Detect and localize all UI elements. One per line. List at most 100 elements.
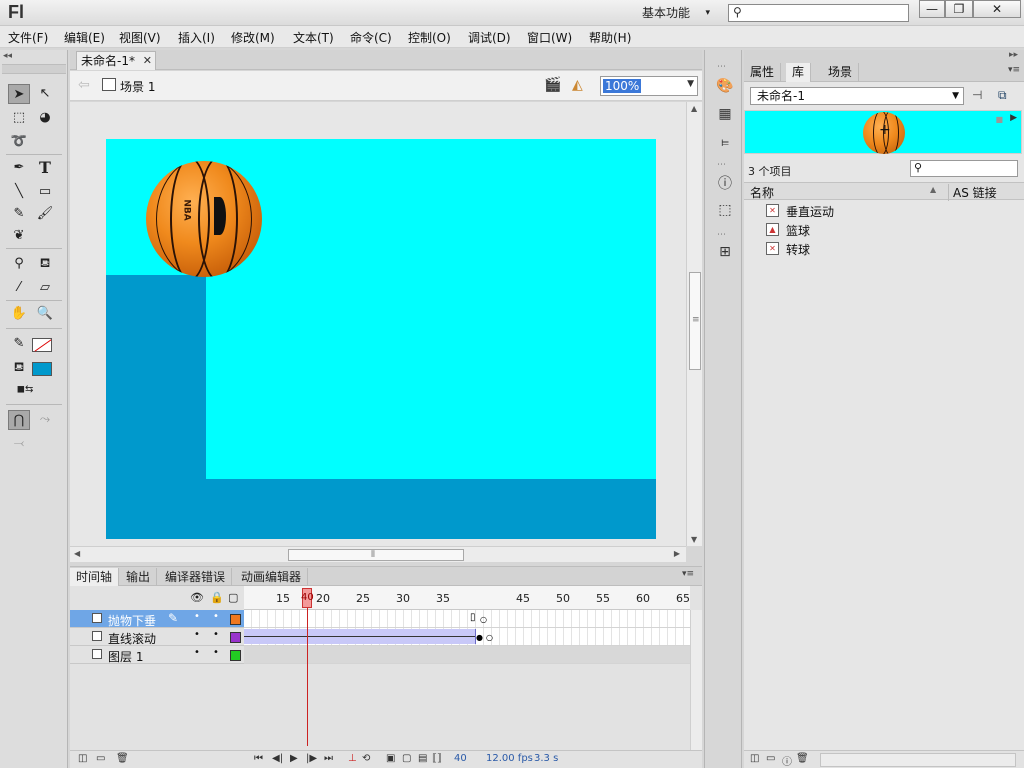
new-symbol-icon[interactable]: ◫ — [750, 753, 759, 764]
loop-icon[interactable]: ⟲ — [362, 753, 370, 764]
layer-color-swatch[interactable] — [230, 650, 241, 661]
lock-toggle[interactable]: • — [213, 647, 219, 658]
chevron-down-icon[interactable]: ▼ — [687, 79, 694, 89]
playhead[interactable]: 40 — [301, 588, 314, 608]
menu-control[interactable]: 控制(O) — [408, 29, 451, 46]
library-search-input[interactable]: ⚲ — [910, 160, 1018, 177]
swatches-panel-icon[interactable]: ▦ — [715, 104, 735, 124]
3d-rotation-icon[interactable]: ◕ — [34, 108, 56, 128]
prev-frame-icon[interactable]: ◀| — [272, 753, 283, 764]
outline-icon[interactable]: ▢ — [228, 591, 238, 604]
library-item[interactable]: ✕ 转球 — [766, 240, 1016, 258]
library-document-select[interactable]: 未命名-1 ▼ — [750, 87, 964, 105]
pen-icon[interactable]: ✒ — [8, 158, 30, 178]
eyedropper-icon[interactable]: ⁄ — [8, 278, 30, 298]
tab-motion-editor[interactable]: 动画编辑器 — [235, 568, 309, 586]
panel-menu-icon[interactable]: ▾≡ — [1008, 65, 1020, 75]
frame-row[interactable] — [244, 646, 690, 664]
menu-edit[interactable]: 编辑(E) — [64, 29, 105, 46]
scene-label[interactable]: 场景 1 — [120, 78, 155, 95]
onion-skin-icon[interactable]: ▣ — [386, 753, 395, 764]
expand-icon[interactable]: ▸▸ — [1009, 50, 1018, 60]
minimize-button[interactable]: — — [919, 0, 945, 18]
menu-help[interactable]: 帮助(H) — [589, 29, 631, 46]
layer-row[interactable]: 直线滚动 • • — [70, 628, 244, 646]
play-icon[interactable]: ▶ — [1010, 113, 1017, 123]
fill-color-icon[interactable]: ⛾ — [8, 358, 30, 378]
smooth-icon[interactable]: ⤳ — [34, 410, 56, 430]
snap-magnet-icon[interactable]: ⋂ — [8, 410, 30, 430]
pencil-icon[interactable]: ✎ — [8, 204, 30, 224]
properties-icon[interactable]: ⓘ — [782, 753, 792, 768]
menu-view[interactable]: 视图(V) — [119, 29, 161, 46]
eye-icon[interactable]: 👁 — [190, 591, 204, 604]
subselection-tool-icon[interactable]: ↖ — [34, 84, 56, 104]
zoom-select[interactable]: 100% ▼ — [600, 76, 698, 96]
stage-horizontal-scrollbar[interactable]: ◀ ⦀ ▶ — [70, 546, 686, 562]
grip-icon[interactable]: ⋯ — [717, 230, 726, 240]
straighten-icon[interactable]: ⤙ — [8, 434, 30, 454]
new-library-panel-icon[interactable]: ⧉ — [998, 88, 1007, 103]
layer-row[interactable]: 抛物下垂 ✎ • • — [70, 610, 244, 628]
library-item[interactable]: ▲ 篮球 — [766, 221, 1016, 239]
scroll-right-icon[interactable]: ▶ — [674, 549, 680, 558]
column-name[interactable]: 名称 — [750, 184, 774, 201]
new-folder-icon[interactable]: ▭ — [96, 753, 105, 764]
workspace-switcher[interactable]: 基本功能 ▾ — [638, 4, 712, 22]
menu-file[interactable]: 文件(F) — [8, 29, 48, 46]
new-layer-icon[interactable]: ◫ — [78, 753, 87, 764]
text-tool-icon[interactable]: T — [34, 158, 56, 178]
free-transform-icon[interactable]: ⬚ — [8, 108, 30, 128]
frame-row[interactable]: ● ○ — [244, 628, 690, 646]
motion-tween-span[interactable] — [244, 629, 476, 644]
column-linkage[interactable]: AS 链接 — [948, 184, 997, 201]
library-item[interactable]: ✕ 垂直运动 — [766, 202, 1016, 220]
tab-library[interactable]: 库 — [786, 63, 812, 82]
zoom-icon[interactable]: 🔍 — [34, 304, 56, 324]
transform-panel-icon[interactable]: ⬚ — [715, 200, 735, 220]
fill-color-swatch[interactable] — [32, 362, 52, 376]
brush-icon[interactable]: 🖌 — [34, 204, 56, 224]
stage-horizontal-scroll-thumb[interactable]: ⦀ — [288, 549, 464, 561]
timeline-vertical-scrollbar[interactable] — [690, 610, 702, 750]
menu-insert[interactable]: 插入(I) — [178, 29, 215, 46]
tab-output[interactable]: 输出 — [120, 568, 158, 586]
menu-modify[interactable]: 修改(M) — [231, 29, 275, 46]
stroke-color-icon[interactable]: ✎ — [8, 334, 30, 354]
current-frame[interactable]: 40 — [454, 753, 467, 764]
next-frame-icon[interactable]: |▶ — [306, 753, 317, 764]
tab-timeline[interactable]: 时间轴 — [70, 568, 120, 586]
edit-scene-icon[interactable]: 🎬 — [544, 77, 561, 93]
align-panel-icon[interactable]: ⫢ — [715, 132, 735, 152]
delete-icon[interactable]: 🗑 — [116, 753, 129, 764]
scroll-down-icon[interactable]: ▼ — [691, 535, 697, 544]
empty-keyframe[interactable]: ▯ — [470, 612, 476, 623]
sort-ascending-icon[interactable]: ▲ — [930, 185, 936, 194]
visibility-toggle[interactable]: • — [194, 629, 200, 640]
stage-vertical-scrollbar[interactable]: ▲ ≡ ▼ — [686, 102, 702, 546]
eraser-icon[interactable]: ▱ — [34, 278, 56, 298]
menu-debug[interactable]: 调试(D) — [468, 29, 511, 46]
bone-icon[interactable]: ⚲ — [8, 254, 30, 274]
basketball-symbol[interactable]: NBA — [146, 161, 262, 277]
layer-row[interactable]: 图层 1 • • — [70, 646, 244, 664]
new-folder-icon[interactable]: ▭ — [766, 753, 775, 764]
library-horizontal-scrollbar[interactable] — [820, 753, 1016, 767]
keyframe[interactable]: ● — [476, 633, 483, 642]
stage-vertical-scroll-thumb[interactable]: ≡ — [689, 272, 701, 370]
info-panel-icon[interactable]: ⓘ — [715, 174, 735, 194]
close-button[interactable]: ✕ — [973, 0, 1021, 18]
onion-markers-icon[interactable]: ⟦⟧ — [432, 753, 442, 764]
paint-bucket-icon[interactable]: ⛾ — [34, 254, 56, 274]
color-panel-icon[interactable]: 🎨 — [715, 76, 735, 96]
document-tab[interactable]: 未命名-1* ✕ — [76, 51, 156, 70]
collapse-icon[interactable]: ◂◂ — [3, 51, 12, 61]
library-panel-header[interactable]: ▸▸ — [744, 50, 1024, 62]
line-tool-icon[interactable]: ╲ — [8, 182, 30, 202]
maximize-button[interactable]: ❐ — [945, 0, 973, 18]
help-search-input[interactable]: ⚲ — [728, 4, 909, 22]
frame-row[interactable]: ▯ ○ — [244, 610, 690, 628]
menu-window[interactable]: 窗口(W) — [527, 29, 572, 46]
onion-outline-icon[interactable]: ▢ — [402, 753, 411, 764]
lock-toggle[interactable]: • — [213, 611, 219, 622]
